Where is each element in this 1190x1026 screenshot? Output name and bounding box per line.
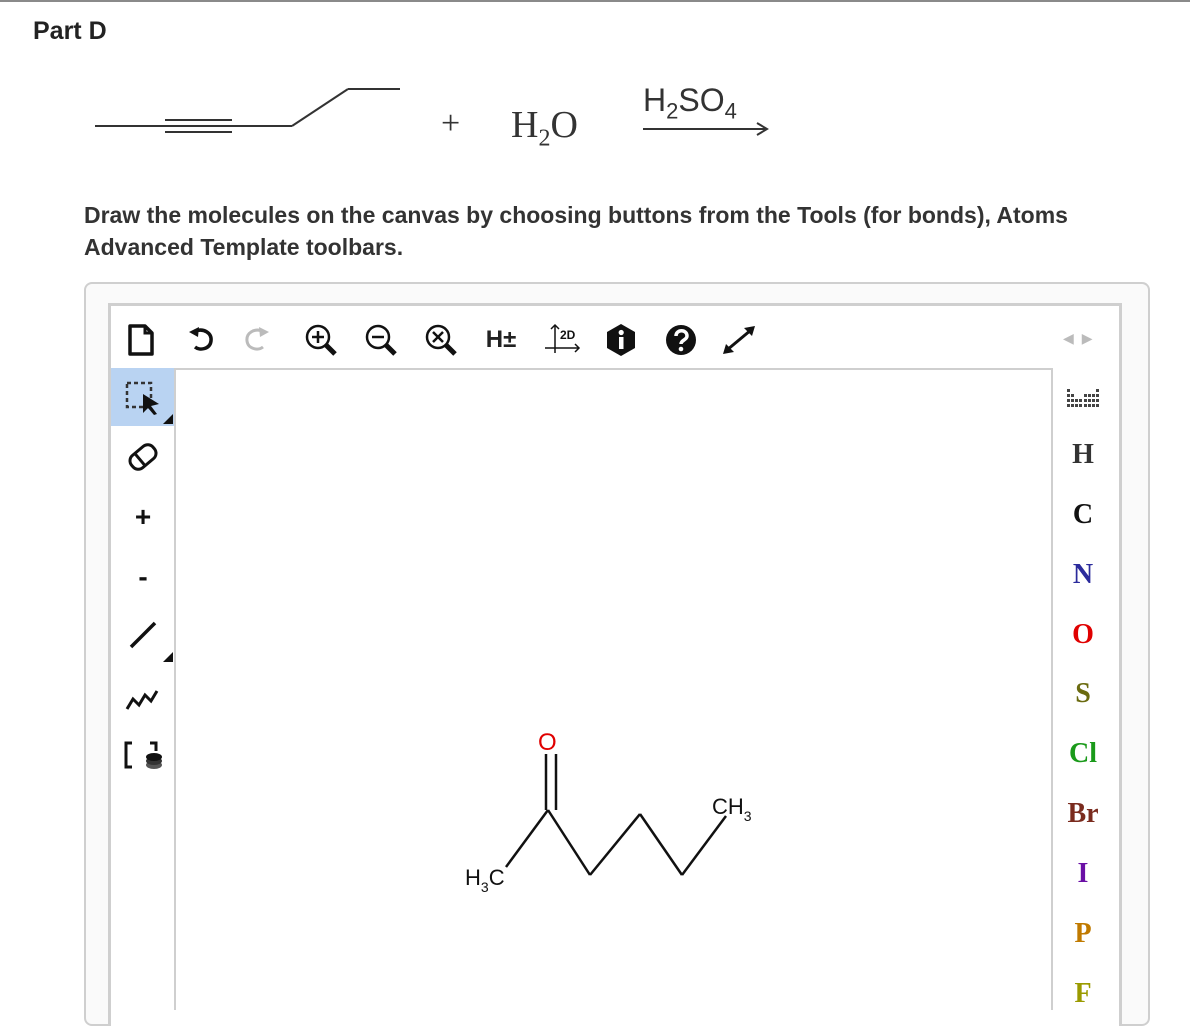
- template-icon: [124, 741, 162, 769]
- atom-n-button[interactable]: N: [1052, 546, 1114, 604]
- canvas-molecule: O CH3 H3C: [465, 729, 752, 895]
- help-icon[interactable]: [658, 318, 704, 362]
- atom-c-button[interactable]: C: [1052, 486, 1114, 544]
- h3c-label: H3C: [465, 865, 505, 895]
- ch3-label: CH3: [712, 794, 752, 824]
- single-bond-tool-button[interactable]: [111, 606, 175, 664]
- atom-i-button[interactable]: I: [1052, 845, 1114, 903]
- atom-p-button[interactable]: P: [1052, 905, 1114, 963]
- atom-s-label: S: [1075, 678, 1091, 709]
- clean-2d-icon[interactable]: 2D: [540, 318, 586, 362]
- single-bond-icon: [129, 621, 157, 649]
- instructions-line-1: Draw the molecules on the canvas by choo…: [84, 202, 1068, 228]
- left-toolbar: + -: [108, 368, 175, 1008]
- zoom-in-icon[interactable]: [298, 318, 344, 362]
- zoom-out-icon[interactable]: [358, 318, 404, 362]
- chain-icon: [125, 690, 159, 710]
- atom-cl-label: Cl: [1069, 738, 1097, 769]
- eraser-tool-button[interactable]: [111, 428, 175, 486]
- toolbar-scroll-arrows[interactable]: ◀ ▶: [1063, 330, 1103, 350]
- new-document-icon[interactable]: [118, 318, 164, 362]
- plus-sign: +: [441, 105, 461, 142]
- water-formula: H2O: [511, 104, 578, 152]
- atom-br-button[interactable]: Br: [1052, 785, 1114, 843]
- atom-h-button[interactable]: H: [1052, 426, 1114, 484]
- zoom-reset-icon[interactable]: [418, 318, 464, 362]
- atom-cl-button[interactable]: Cl: [1052, 725, 1114, 783]
- negative-charge-button[interactable]: -: [111, 548, 175, 606]
- scroll-right-icon[interactable]: ▶: [1082, 330, 1093, 350]
- select-icon: [125, 381, 159, 415]
- clean-2d-label: 2D: [560, 328, 576, 342]
- top-divider: [0, 0, 1190, 2]
- atom-s-button[interactable]: S: [1052, 665, 1114, 723]
- chain-tool-button[interactable]: [111, 666, 175, 724]
- instructions: Draw the molecules on the canvas by choo…: [84, 199, 1190, 263]
- select-tool-button[interactable]: [111, 368, 175, 426]
- periodic-table-icon: [1067, 389, 1099, 407]
- periodic-table-button[interactable]: [1052, 368, 1114, 426]
- sulfuric-acid-reagent: H2SO4: [643, 82, 737, 124]
- atom-p-label: P: [1074, 918, 1092, 949]
- atom-o-label: O: [1072, 619, 1094, 650]
- atom-c-label: C: [1072, 499, 1094, 530]
- atom-f-button[interactable]: F: [1052, 965, 1114, 1023]
- scroll-left-icon[interactable]: ◀: [1063, 330, 1074, 350]
- atom-br-label: Br: [1067, 798, 1099, 829]
- fullscreen-icon[interactable]: [716, 318, 762, 362]
- undo-icon[interactable]: [178, 318, 224, 362]
- atom-f-label: F: [1074, 978, 1092, 1009]
- atom-n-label: N: [1072, 559, 1094, 590]
- eraser-icon: [128, 443, 158, 471]
- atoms-toolbar: H C N O S Cl Br I P F: [1052, 368, 1116, 1009]
- info-icon[interactable]: [598, 318, 644, 362]
- redo-icon[interactable]: [234, 318, 280, 362]
- atom-h-label: H: [1072, 439, 1094, 470]
- positive-charge-button[interactable]: +: [111, 488, 175, 546]
- atom-i-label: I: [1077, 858, 1089, 889]
- top-toolbar: H± 2D: [108, 306, 1190, 368]
- hydrogen-toggle-button[interactable]: H±: [478, 318, 524, 362]
- part-title: Part D: [33, 17, 107, 45]
- atom-o-button[interactable]: O: [1052, 606, 1114, 664]
- drawing-canvas[interactable]: O CH3 H3C: [174, 368, 1053, 1010]
- instructions-line-2: Advanced Template toolbars.: [84, 234, 404, 260]
- oxygen-label: O: [538, 729, 557, 756]
- template-tool-button[interactable]: [111, 726, 175, 784]
